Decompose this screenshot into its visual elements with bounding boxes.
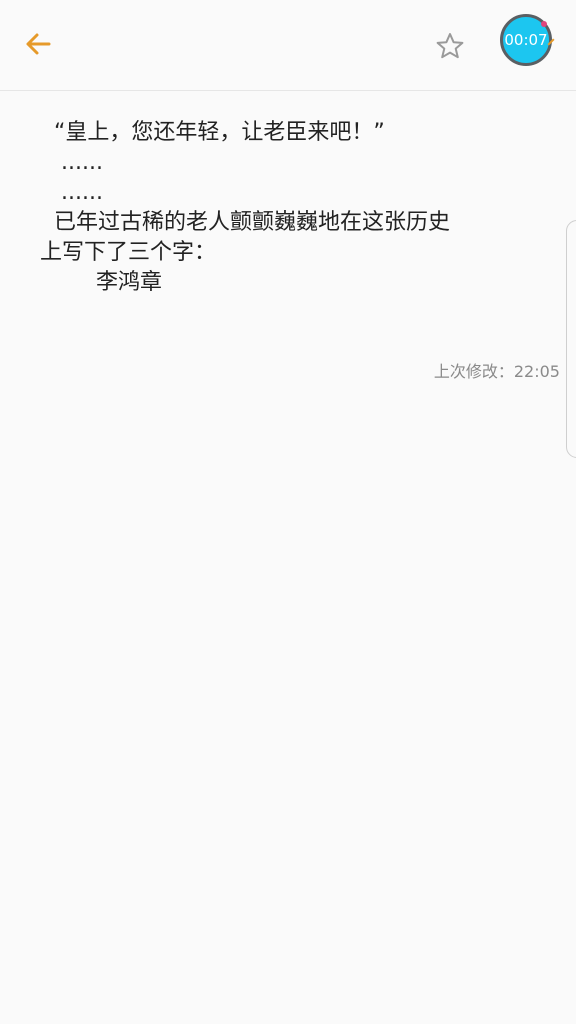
note-line: 上写下了三个字： bbox=[40, 240, 217, 265]
note-editor-screen: 00:07 “皇上，您还年轻，让老臣来吧！” ...... ...... 已年过… bbox=[0, 0, 576, 1024]
back-button[interactable] bbox=[16, 22, 60, 66]
note-body[interactable]: “皇上，您还年轻，让老臣来吧！” ...... ...... 已年过古稀的老人颤… bbox=[40, 118, 540, 298]
timer-accent-mark bbox=[547, 38, 555, 46]
note-line: 李鸿章 bbox=[40, 270, 162, 295]
top-toolbar: 00:07 bbox=[0, 0, 576, 91]
star-outline-icon bbox=[436, 33, 464, 59]
last-modified-label: 上次修改：22:05 bbox=[433, 362, 560, 381]
timer-label: 00:07 bbox=[504, 31, 548, 49]
arrow-left-icon bbox=[26, 33, 51, 55]
note-line: “皇上，您还年轻，让老臣来吧！” bbox=[40, 120, 385, 145]
favorite-button[interactable] bbox=[428, 24, 472, 68]
edge-panel-handle[interactable] bbox=[566, 220, 576, 458]
note-line: 已年过古稀的老人颤颤巍巍地在这张历史 bbox=[40, 210, 450, 235]
note-line: ...... bbox=[40, 180, 103, 205]
note-line: ...... bbox=[40, 150, 103, 175]
recording-timer-button[interactable]: 00:07 bbox=[500, 14, 555, 66]
recording-indicator-icon bbox=[541, 21, 547, 27]
